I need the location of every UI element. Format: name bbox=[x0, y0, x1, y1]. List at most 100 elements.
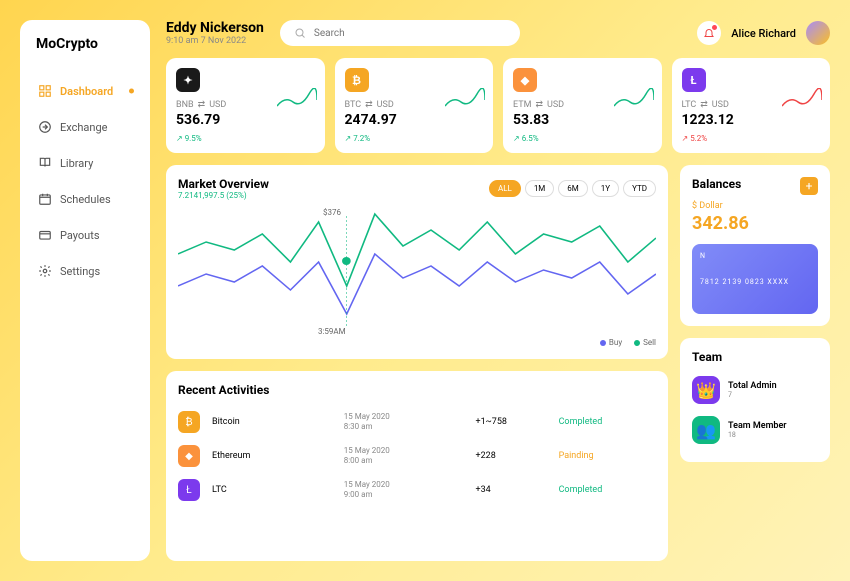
activity-coin: Ethereum bbox=[212, 451, 334, 461]
avatar[interactable] bbox=[806, 21, 830, 45]
sidebar-item-settings[interactable]: Settings bbox=[32, 256, 138, 286]
activity-date: 15 May 20208:00 am bbox=[344, 446, 466, 467]
nav-label: Schedules bbox=[60, 193, 111, 206]
coin-cards: ✦ BNB ⇄ USD 536.79 ↗ 9.5% ₿ BTC ⇄ USD 24… bbox=[166, 58, 830, 153]
logo: MoCrypto bbox=[32, 36, 138, 52]
chart-legend: Buy Sell bbox=[178, 338, 656, 347]
sparkline-icon bbox=[277, 88, 317, 112]
chart-time-label: 3:59AM bbox=[318, 327, 346, 336]
bell-icon bbox=[703, 27, 715, 39]
page-title: Eddy Nickerson bbox=[166, 20, 264, 36]
coin-icon: ₿ bbox=[345, 68, 369, 92]
search-input[interactable] bbox=[314, 28, 506, 39]
coin-change: ↗ 9.5% bbox=[176, 134, 315, 143]
coin-price: 536.79 bbox=[176, 112, 315, 128]
calendar-icon bbox=[38, 192, 52, 206]
exchange-icon bbox=[38, 120, 52, 134]
filter-1y[interactable]: 1Y bbox=[592, 180, 619, 197]
activity-coin-icon: ₿ bbox=[178, 411, 200, 433]
sidebar-item-library[interactable]: Library bbox=[32, 148, 138, 178]
card-number: 7812 2139 0823 XXXX bbox=[700, 278, 810, 286]
nav-label: Payouts bbox=[60, 229, 100, 242]
coin-price: 53.83 bbox=[513, 112, 652, 128]
nav-label: Dashboard bbox=[60, 85, 113, 98]
book-icon bbox=[38, 156, 52, 170]
activity-date: 15 May 20209:00 am bbox=[344, 480, 466, 501]
market-chart: $376 3:59AM bbox=[178, 206, 656, 336]
main-content: Eddy Nickerson 9:10 am 7 Nov 2022 Alice … bbox=[166, 20, 830, 561]
search-icon bbox=[294, 27, 306, 39]
notifications-button[interactable] bbox=[697, 21, 721, 45]
team-label: Total Admin bbox=[728, 381, 777, 391]
team-title: Team bbox=[692, 350, 818, 364]
search-box[interactable] bbox=[280, 20, 520, 46]
balance-currency: $ Dollar bbox=[692, 201, 818, 211]
nav-label: Settings bbox=[60, 265, 100, 278]
current-user-name: Alice Richard bbox=[731, 27, 796, 40]
coin-icon: ✦ bbox=[176, 68, 200, 92]
filter-ytd[interactable]: YTD bbox=[623, 180, 656, 197]
sparkline-icon bbox=[782, 88, 822, 112]
balances-panel: Balances + $ Dollar 342.86 N 7812 2139 0… bbox=[680, 165, 830, 326]
activity-coin-icon: ◆ bbox=[178, 445, 200, 467]
market-sub: 7.2141,997.5 (25%) bbox=[178, 191, 269, 200]
coin-price: 2474.97 bbox=[345, 112, 484, 128]
chart-tooltip: $376 bbox=[323, 208, 341, 217]
team-item[interactable]: 👥 Team Member18 bbox=[692, 410, 818, 450]
filter-1m[interactable]: 1M bbox=[525, 180, 554, 197]
coin-card-btc[interactable]: ₿ BTC ⇄ USD 2474.97 ↗ 7.2% bbox=[335, 58, 494, 153]
coin-card-bnb[interactable]: ✦ BNB ⇄ USD 536.79 ↗ 9.5% bbox=[166, 58, 325, 153]
activity-amount: +228 bbox=[476, 451, 549, 461]
activity-coin-icon: Ł bbox=[178, 479, 200, 501]
activity-coin: Bitcoin bbox=[212, 417, 334, 427]
sparkline-icon bbox=[445, 88, 485, 112]
activity-row[interactable]: ₿ Bitcoin 15 May 20208:30 am +1~758 Comp… bbox=[178, 405, 656, 439]
legend-buy: Buy bbox=[609, 338, 622, 347]
filter-6m[interactable]: 6M bbox=[558, 180, 587, 197]
add-balance-button[interactable]: + bbox=[800, 177, 818, 195]
nav-label: Exchange bbox=[60, 121, 108, 134]
sidebar-item-exchange[interactable]: Exchange bbox=[32, 112, 138, 142]
team-panel: Team 👑 Total Admin7 👥 Team Member18 bbox=[680, 338, 830, 462]
market-title: Market Overview bbox=[178, 177, 269, 191]
timestamp: 9:10 am 7 Nov 2022 bbox=[166, 36, 264, 46]
coin-icon: Ł bbox=[682, 68, 706, 92]
activity-status: Completed bbox=[559, 417, 656, 427]
time-filters: ALL1M6M 1YYTD bbox=[489, 180, 656, 197]
team-icon: 👑 bbox=[692, 376, 720, 404]
wallet-icon bbox=[38, 228, 52, 242]
grid-icon bbox=[38, 84, 52, 98]
team-icon: 👥 bbox=[692, 416, 720, 444]
team-count: 7 bbox=[728, 391, 777, 399]
activities-title: Recent Activities bbox=[178, 383, 656, 397]
sidebar-item-schedules[interactable]: Schedules bbox=[32, 184, 138, 214]
sidebar-item-payouts[interactable]: Payouts bbox=[32, 220, 138, 250]
sparkline-icon bbox=[614, 88, 654, 112]
team-count: 18 bbox=[728, 431, 787, 439]
balances-title: Balances bbox=[692, 177, 741, 191]
balance-amount: 342.86 bbox=[692, 213, 818, 234]
activity-status: Completed bbox=[559, 485, 656, 495]
activity-status: Painding bbox=[559, 451, 656, 461]
credit-card[interactable]: N 7812 2139 0823 XXXX bbox=[692, 244, 818, 314]
coin-icon: ◆ bbox=[513, 68, 537, 92]
sidebar: MoCrypto Dashboard Exchange Library Sche… bbox=[20, 20, 150, 561]
activity-amount: +1~758 bbox=[476, 417, 549, 427]
team-label: Team Member bbox=[728, 421, 787, 431]
coin-card-etm[interactable]: ◆ ETM ⇄ USD 53.83 ↗ 6.5% bbox=[503, 58, 662, 153]
market-overview-panel: Market Overview 7.2141,997.5 (25%) ALL1M… bbox=[166, 165, 668, 359]
coin-card-ltc[interactable]: Ł LTC ⇄ USD 1223.12 ↗ 5.2% bbox=[672, 58, 831, 153]
team-item[interactable]: 👑 Total Admin7 bbox=[692, 370, 818, 410]
card-holder: N bbox=[700, 252, 810, 260]
filter-all[interactable]: ALL bbox=[489, 180, 521, 197]
nav-label: Library bbox=[60, 157, 93, 170]
coin-change: ↗ 7.2% bbox=[345, 134, 484, 143]
sidebar-item-dashboard[interactable]: Dashboard bbox=[32, 76, 138, 106]
recent-activities-panel: Recent Activities ₿ Bitcoin 15 May 20208… bbox=[166, 371, 668, 561]
activity-coin: LTC bbox=[212, 485, 334, 495]
coin-change: ↗ 6.5% bbox=[513, 134, 652, 143]
activity-row[interactable]: Ł LTC 15 May 20209:00 am +34 Completed bbox=[178, 473, 656, 507]
activity-date: 15 May 20208:30 am bbox=[344, 412, 466, 433]
activity-row[interactable]: ◆ Ethereum 15 May 20208:00 am +228 Paind… bbox=[178, 439, 656, 473]
coin-change: ↗ 5.2% bbox=[682, 134, 821, 143]
